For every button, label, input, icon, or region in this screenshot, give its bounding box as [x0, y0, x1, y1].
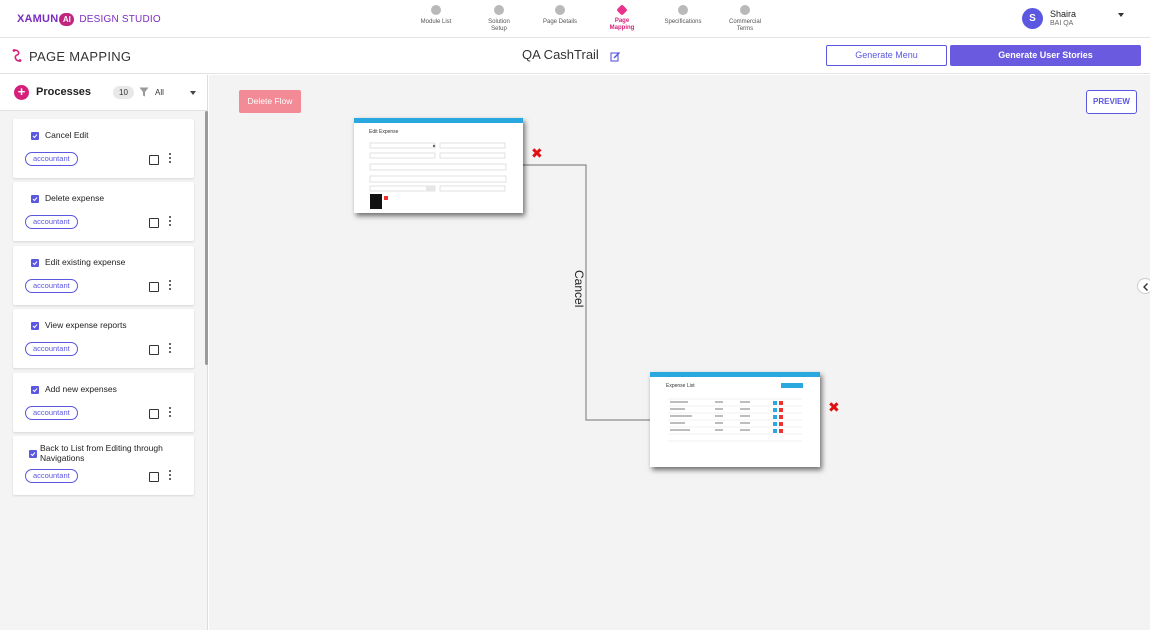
- filter-icon[interactable]: [139, 87, 149, 97]
- handshake-icon: [740, 5, 750, 15]
- add-process-button[interactable]: +: [14, 85, 29, 100]
- app-logo[interactable]: XAMUN AI DESIGN STUDIO: [17, 11, 161, 27]
- process-checkbox[interactable]: [149, 472, 159, 482]
- generate-user-stories-button[interactable]: Generate User Stories: [950, 45, 1141, 66]
- screen-table-preview: [668, 383, 803, 442]
- step-label: Specifications: [664, 19, 702, 25]
- top-header: XAMUN AI DESIGN STUDIO Module List Solut…: [0, 0, 1150, 38]
- process-checkbox[interactable]: [149, 282, 159, 292]
- flow-connector[interactable]: [209, 75, 1150, 630]
- user-menu[interactable]: S Shaira BAI QA: [1022, 8, 1132, 30]
- clipboard-check-icon: [31, 195, 39, 203]
- process-title: View expense reports: [45, 320, 127, 330]
- role-chip[interactable]: accountant: [25, 406, 78, 420]
- more-options-icon[interactable]: [168, 407, 172, 419]
- project-title: QA CashTrail: [522, 47, 599, 62]
- step-label: Solution Setup: [488, 19, 510, 32]
- clipboard-check-icon: [31, 322, 39, 330]
- process-card[interactable]: Edit existing expense accountant: [13, 246, 194, 305]
- process-title: Edit existing expense: [45, 257, 126, 267]
- module-list-icon: [431, 5, 441, 15]
- page-title: PAGE MAPPING: [29, 49, 132, 64]
- page-mapping-icon: [616, 4, 628, 16]
- process-title: Add new expenses: [45, 384, 117, 394]
- screen-form-preview: [369, 142, 507, 209]
- page-details-icon: [555, 5, 565, 15]
- role-chip[interactable]: accountant: [25, 469, 78, 483]
- process-card[interactable]: Add new expenses accountant: [13, 373, 194, 432]
- process-count-badge: 10: [113, 86, 134, 99]
- clipboard-check-icon: [31, 259, 39, 267]
- process-checkbox[interactable]: [149, 218, 159, 228]
- avatar: S: [1022, 8, 1043, 29]
- logo-suffix: DESIGN STUDIO: [79, 13, 161, 25]
- step-page-details[interactable]: Page Details: [525, 5, 595, 26]
- specifications-icon: [678, 5, 688, 15]
- role-chip[interactable]: accountant: [25, 215, 78, 229]
- sidebar-scrollbar[interactable]: [205, 111, 208, 365]
- logo-brand: XAMUN: [17, 13, 59, 25]
- step-module-list[interactable]: Module List: [401, 5, 471, 26]
- mapping-canvas[interactable]: Delete Flow PREVIEW Cancel Edit Expense: [209, 75, 1150, 630]
- info-icon: [494, 5, 504, 15]
- chevron-down-icon[interactable]: [190, 91, 196, 95]
- processes-header: + Processes 10 All: [0, 75, 207, 111]
- step-page-mapping[interactable]: Page Mapping: [587, 4, 657, 31]
- step-specifications[interactable]: Specifications: [648, 5, 718, 26]
- more-options-icon[interactable]: [168, 343, 172, 355]
- process-checkbox[interactable]: [149, 345, 159, 355]
- more-options-icon[interactable]: [168, 470, 172, 482]
- screen-thumbnail-edit-expense[interactable]: Edit Expense: [354, 118, 523, 213]
- screen-thumbnail-expense-list[interactable]: Expense List: [650, 372, 820, 467]
- clipboard-check-icon: [31, 386, 39, 394]
- process-title: Delete expense: [45, 193, 105, 203]
- remove-screen-icon[interactable]: ✖: [828, 400, 840, 414]
- clipboard-check-icon: [31, 132, 39, 140]
- more-options-icon[interactable]: [168, 153, 172, 165]
- filter-select[interactable]: All: [155, 88, 164, 97]
- step-label: Module List: [420, 19, 452, 25]
- process-card[interactable]: Back to List from Editing through Naviga…: [13, 436, 194, 495]
- process-title: Back to List from Editing through Naviga…: [40, 443, 163, 463]
- step-label: Page Details: [542, 19, 578, 25]
- logo-ai-badge: AI: [59, 12, 75, 26]
- processes-sidebar: + Processes 10 All Cancel Edit accountan…: [0, 75, 208, 630]
- process-checkbox[interactable]: [149, 155, 159, 165]
- page-toolbar: PAGE MAPPING QA CashTrail Generate Menu …: [0, 38, 1150, 74]
- flow-label[interactable]: Cancel: [572, 270, 586, 307]
- role-chip[interactable]: accountant: [25, 342, 78, 356]
- user-name: Shaira: [1050, 9, 1077, 19]
- generate-menu-button[interactable]: Generate Menu: [826, 45, 947, 66]
- role-chip[interactable]: accountant: [25, 152, 78, 166]
- step-label: Commercial Terms: [728, 19, 761, 32]
- clipboard-check-icon: [29, 450, 37, 458]
- chevron-down-icon: [1118, 13, 1124, 17]
- process-title: Cancel Edit: [45, 130, 89, 140]
- step-label: Page Mapping: [609, 18, 635, 31]
- more-options-icon[interactable]: [168, 216, 172, 228]
- process-card[interactable]: View expense reports accountant: [13, 309, 194, 368]
- page-mapping-icon: [12, 49, 22, 62]
- process-card[interactable]: Cancel Edit accountant: [13, 119, 194, 178]
- more-options-icon[interactable]: [168, 280, 172, 292]
- user-role: BAI QA: [1050, 20, 1074, 27]
- step-solution-setup[interactable]: Solution Setup: [464, 5, 534, 32]
- remove-screen-icon[interactable]: ✖: [531, 146, 543, 160]
- processes-label: Processes: [36, 86, 92, 98]
- process-card[interactable]: Delete expense accountant: [13, 182, 194, 241]
- role-chip[interactable]: accountant: [25, 279, 78, 293]
- step-commercial-terms[interactable]: Commercial Terms: [710, 5, 780, 32]
- edit-icon[interactable]: [610, 51, 621, 62]
- process-checkbox[interactable]: [149, 409, 159, 419]
